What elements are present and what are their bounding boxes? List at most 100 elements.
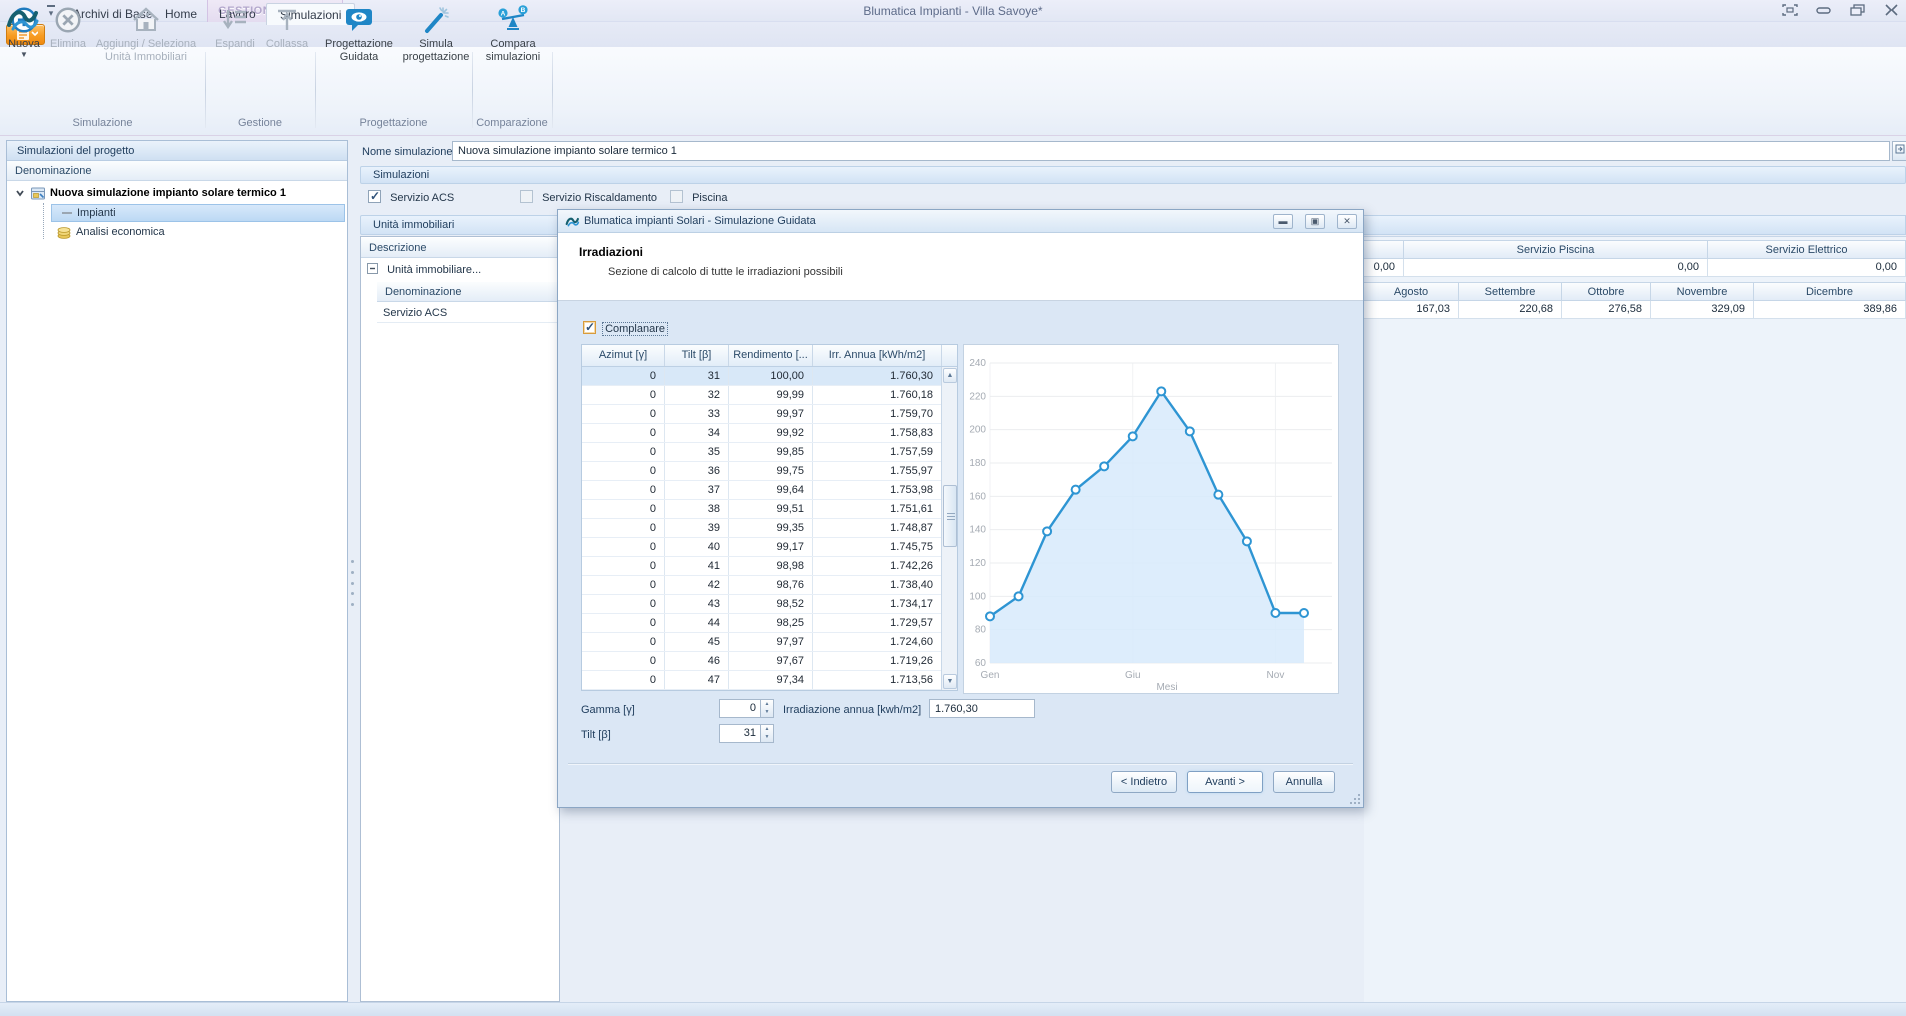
grid-row[interactable]: 04597,971.724,60 <box>582 633 957 652</box>
progettazione-guidata-button[interactable]: Progettazione Guidata <box>318 2 400 86</box>
dialog-maximize-icon[interactable]: ▣ <box>1305 214 1325 229</box>
scroll-down-icon[interactable]: ▼ <box>943 674 957 689</box>
grid-cell: 0 <box>582 424 665 442</box>
grid-row[interactable]: 03599,851.757,59 <box>582 443 957 462</box>
month-header-ottobre[interactable]: Ottobre <box>1562 282 1651 301</box>
tree-item-analisi-economica[interactable]: Analisi economica <box>51 223 347 241</box>
grid-row[interactable]: 03899,511.751,61 <box>582 500 957 519</box>
scrollbar-thumb[interactable] <box>943 485 957 547</box>
chart-data-point[interactable] <box>1214 491 1222 499</box>
month-header-novembre[interactable]: Novembre <box>1651 282 1754 301</box>
month-header-settembre[interactable]: Settembre <box>1459 282 1562 301</box>
checkbox-icon[interactable] <box>670 190 683 203</box>
grid-header-tilt[interactable]: Tilt [β] <box>665 345 729 366</box>
grid-cell: 1.713,56 <box>813 671 942 689</box>
simula-progettazione-button[interactable]: Simula progettazione <box>402 2 470 86</box>
spinner-arrows-icon[interactable]: ▲▼ <box>761 724 774 743</box>
compara-simulazioni-button[interactable]: AB Compara simulazioni <box>477 2 549 86</box>
chart-data-point[interactable] <box>1157 387 1165 395</box>
expand-field-button[interactable] <box>1892 141 1906 161</box>
chart-data-point[interactable] <box>1100 462 1108 470</box>
grid-row[interactable]: 03299,991.760,18 <box>582 386 957 405</box>
grid-row[interactable]: 03399,971.759,70 <box>582 405 957 424</box>
tree-item-root[interactable]: Nuova simulazione impianto solare termic… <box>7 184 347 202</box>
dialog-title-bar[interactable]: Blumatica impianti Solari - Simulazione … <box>558 210 1363 233</box>
sub-header-denominazione[interactable]: Denominazione <box>377 282 559 302</box>
indietro-button[interactable]: < Indietro <box>1111 771 1177 793</box>
grid-header-irr-annua[interactable]: Irr. Annua [kWh/m2] <box>813 345 942 366</box>
unita-immobiliari-panel-body <box>360 236 560 1002</box>
chart-data-point[interactable] <box>986 612 994 620</box>
checkbox-piscina[interactable]: Piscina <box>670 190 728 204</box>
resize-grip[interactable] <box>1350 794 1360 804</box>
grid-cell: 99,17 <box>729 538 813 556</box>
grid-scrollbar[interactable]: ▲ ▼ <box>941 367 957 690</box>
grid-cell: 97,67 <box>729 652 813 670</box>
checkbox-icon[interactable] <box>583 321 596 334</box>
irradiazione-annua-field[interactable] <box>929 699 1035 718</box>
checkbox-servizio-acs[interactable]: Servizio ACS <box>368 190 454 204</box>
checkbox-complanare[interactable]: Complanare <box>583 321 667 335</box>
simulation-name-input[interactable] <box>452 141 1890 161</box>
chart-data-point[interactable] <box>1043 527 1051 535</box>
chart-data-point[interactable] <box>1186 427 1194 435</box>
grid-row[interactable]: 04398,521.734,17 <box>582 595 957 614</box>
grid-row[interactable]: 03999,351.748,87 <box>582 519 957 538</box>
checkbox-icon[interactable] <box>520 190 533 203</box>
checkbox-servizio-riscaldamento[interactable]: Servizio Riscaldamento <box>520 190 657 204</box>
month-header-agosto[interactable]: Agosto <box>1364 282 1459 301</box>
checkbox-icon[interactable] <box>368 190 381 203</box>
column-header-descrizione[interactable]: Descrizione <box>361 238 559 258</box>
expand-rows-icon <box>208 2 262 38</box>
unita-row-servizio-acs[interactable]: Servizio ACS <box>377 303 559 323</box>
unita-group-row[interactable]: Unità immobiliare... <box>361 260 559 280</box>
grid-row[interactable]: 031100,001.760,30 <box>582 367 957 386</box>
chart-data-point[interactable] <box>1300 609 1308 617</box>
scroll-up-icon[interactable]: ▲ <box>943 368 957 383</box>
elimina-button[interactable]: Elimina <box>47 2 89 86</box>
tree-item-label: Impianti <box>77 204 116 222</box>
grid-cell: 1.753,98 <box>813 481 942 499</box>
close-icon[interactable] <box>1884 4 1900 16</box>
house-icon <box>90 2 202 38</box>
grid-row[interactable]: 03499,921.758,83 <box>582 424 957 443</box>
spinner-arrows-icon[interactable]: ▲▼ <box>761 699 774 718</box>
dialog-close-icon[interactable]: ✕ <box>1337 214 1357 229</box>
results-header-servizio-piscina[interactable]: Servizio Piscina <box>1404 240 1708 259</box>
espandi-button[interactable]: Espandi <box>208 2 262 86</box>
grid-header-azimut[interactable]: Azimut [γ] <box>582 345 665 366</box>
annulla-button[interactable]: Annulla <box>1273 771 1335 793</box>
chart-data-point[interactable] <box>1271 609 1279 617</box>
grid-row[interactable]: 04198,981.742,26 <box>582 557 957 576</box>
chart-data-point[interactable] <box>1129 432 1137 440</box>
dialog-minimize-icon[interactable]: ▬ <box>1273 214 1293 229</box>
aggiungi-seleziona-button[interactable]: Aggiungi / Seleziona Unità Immobiliari <box>90 2 202 86</box>
minimize-icon[interactable] <box>1816 4 1832 16</box>
chart-data-point[interactable] <box>1015 592 1023 600</box>
grid-cell: 1.760,30 <box>813 367 942 385</box>
grid-header-rendimento[interactable]: Rendimento [... <box>729 345 813 366</box>
month-header-dicembre[interactable]: Dicembre <box>1754 282 1906 301</box>
collassa-button[interactable]: Collassa <box>262 2 312 86</box>
splitter-grip[interactable] <box>350 560 355 606</box>
chart-data-point[interactable] <box>1243 537 1251 545</box>
chart-data-point[interactable] <box>1072 486 1080 494</box>
maximize-icon[interactable] <box>1850 4 1866 16</box>
grid-row[interactable]: 04697,671.719,26 <box>582 652 957 671</box>
expander-icon[interactable] <box>15 188 25 198</box>
results-header-servizio-elettrico[interactable]: Servizio Elettrico <box>1708 240 1906 259</box>
grid-row[interactable]: 03699,751.755,97 <box>582 462 957 481</box>
grid-cell: 98,76 <box>729 576 813 594</box>
collapse-box-icon[interactable] <box>367 263 378 274</box>
grid-row[interactable]: 04797,341.713,56 <box>582 671 957 690</box>
grid-row[interactable]: 03799,641.753,98 <box>582 481 957 500</box>
tree-item-impianti[interactable]: Impianti <box>51 204 345 222</box>
grid-row[interactable]: 04498,251.729,57 <box>582 614 957 633</box>
fullscreen-icon[interactable] <box>1782 4 1798 16</box>
grid-row[interactable]: 04099,171.745,75 <box>582 538 957 557</box>
grid-cell: 97,34 <box>729 671 813 689</box>
avanti-button[interactable]: Avanti > <box>1187 771 1263 793</box>
column-header-denominazione[interactable]: Denominazione <box>7 161 347 181</box>
grid-row[interactable]: 04298,761.738,40 <box>582 576 957 595</box>
x-circle-icon <box>47 2 89 38</box>
